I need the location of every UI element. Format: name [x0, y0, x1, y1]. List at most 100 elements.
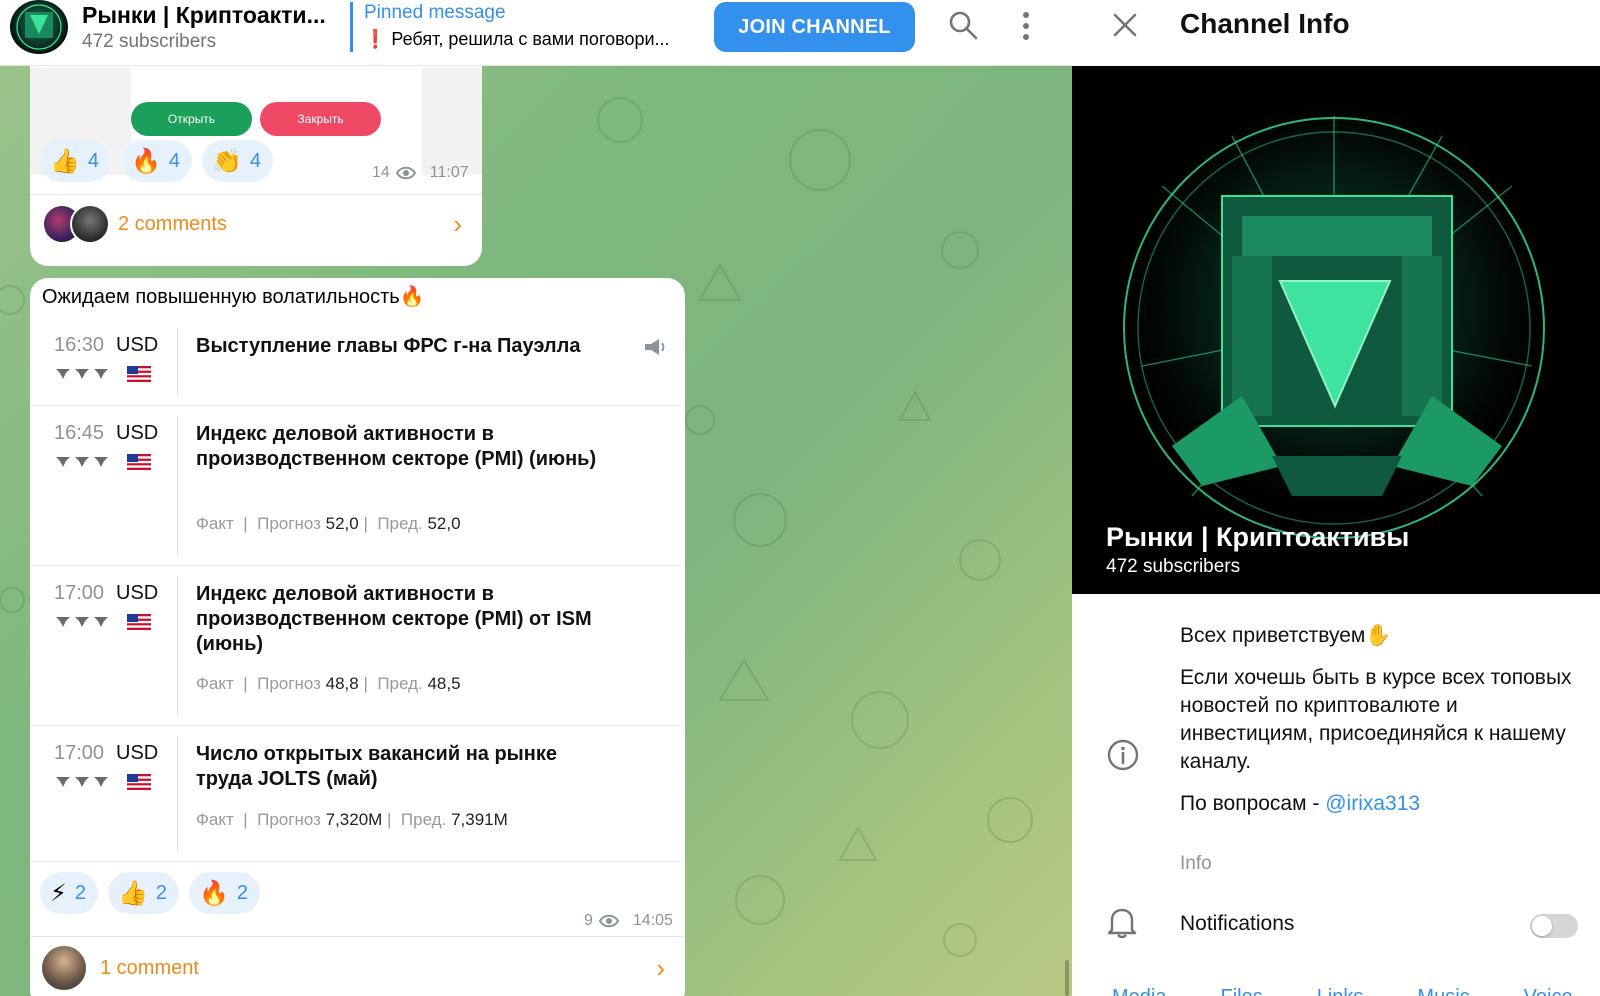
forecast-label: Прогноз: [257, 514, 321, 533]
previous-label: Пред.: [400, 810, 447, 829]
event-stats: Факт | Прогноз 52,0 | Пред. 52,0: [196, 514, 461, 533]
forecast-value: 7,320M: [325, 810, 383, 829]
close-icon[interactable]: [1112, 12, 1138, 38]
channel-logo-icon: [16, 4, 62, 50]
event-title: Индекс деловой активности в производстве…: [196, 423, 597, 470]
previous-label: Пред.: [377, 514, 423, 533]
calendar-event[interactable]: 16:30 USD Выступление главы ФРС г-на Пау…: [30, 318, 685, 406]
reaction-count: 4: [168, 149, 181, 172]
reaction-fire[interactable]: 🔥 2: [189, 872, 261, 914]
event-currency: USD: [116, 334, 159, 356]
calendar-event[interactable]: 17:00 USD Число открытых вакансий на рын…: [30, 726, 685, 862]
reaction-lightning[interactable]: ⚡ 2: [40, 872, 98, 914]
post-meta: 14 11:07: [372, 164, 469, 182]
tab-media[interactable]: Media: [1112, 986, 1166, 996]
close-button[interactable]: Закрыть: [260, 102, 381, 136]
forecast-label: Прогноз: [257, 810, 321, 829]
notifications-label: Notifications: [1180, 912, 1295, 935]
commenter-avatars: [42, 204, 110, 244]
tab-files[interactable]: Files: [1220, 986, 1262, 996]
comments-button[interactable]: 2 comments ›: [30, 194, 482, 254]
reaction-count: 4: [249, 149, 262, 172]
scrollbar[interactable]: [1065, 960, 1069, 996]
post-time: 11:07: [429, 164, 469, 181]
chat-panel: Открыть Закрыть 👍 4 🔥 4 👏 4 14 11:07 2 comm…: [0, 0, 1072, 996]
channel-info-panel: Channel Info Рынки | Криптоактивы 472 su…: [1072, 0, 1600, 996]
event-time: 17:00: [54, 742, 105, 764]
info-icon: [1107, 739, 1139, 771]
clap-icon: 👏: [212, 147, 242, 175]
channel-cover-art: [1072, 66, 1600, 594]
shared-media-tabs: Media Files Links Music Voice: [1112, 986, 1573, 996]
reaction-clap[interactable]: 👏 4: [202, 140, 274, 182]
calendar-event[interactable]: 16:45 USD Индекс деловой активности в пр…: [30, 406, 685, 566]
join-channel-button[interactable]: JOIN CHANNEL: [714, 2, 915, 52]
channel-name: Рынки | Криптоактивы: [1106, 522, 1410, 552]
commenter-avatars: [42, 946, 86, 990]
reaction-thumbs-up[interactable]: 👍 4: [40, 140, 112, 182]
previous-label: Пред.: [377, 674, 423, 693]
avatar: [70, 204, 110, 244]
post-text: Ожидаем повышенную волатильность🔥: [42, 286, 425, 308]
view-count: 14: [372, 164, 390, 181]
speaker-icon: [645, 339, 665, 355]
chevron-right-icon: ›: [453, 208, 462, 239]
reactions-bar: ⚡ 2 👍 2 🔥 2: [40, 872, 261, 914]
eye-icon: [598, 914, 619, 928]
us-flag-icon: [127, 366, 151, 382]
forecast-value: 52,0: [325, 514, 359, 533]
event-title: Число открытых вакансий на рынке труда J…: [196, 743, 557, 790]
forecast-value: 48,8: [325, 674, 359, 693]
row-separator: [177, 736, 178, 852]
calendar-event[interactable]: 17:00 USD Индекс деловой активности в пр…: [30, 566, 685, 726]
us-flag-icon: [127, 774, 151, 790]
event-title: Выступление главы ФРС г-на Пауэлла: [196, 335, 581, 357]
importance-bulls-icon: [56, 369, 108, 379]
pinned-message[interactable]: Pinned message ❗ Ребят, решила с вами по…: [350, 2, 695, 52]
tab-links[interactable]: Links: [1317, 986, 1364, 996]
comments-button[interactable]: 1 comment ›: [30, 938, 685, 996]
info-title: Channel Info: [1180, 8, 1350, 39]
reaction-fire[interactable]: 🔥 4: [121, 140, 193, 182]
us-flag-icon: [127, 614, 151, 630]
subscriber-count: 472 subscribers: [82, 31, 217, 52]
channel-avatar[interactable]: [10, 0, 68, 54]
comments-count: 2 comments: [118, 212, 227, 235]
row-separator: [177, 576, 178, 716]
us-flag-icon: [127, 454, 151, 470]
fact-label: Факт: [196, 810, 234, 829]
contact-link[interactable]: @irixa313: [1325, 792, 1420, 815]
channel-title-block[interactable]: Рынки | Криптоакти... 472 subscribers: [82, 2, 342, 53]
reaction-thumbs-up[interactable]: 👍 2: [107, 872, 179, 914]
info-label: Info: [1180, 853, 1212, 874]
fact-label: Факт: [196, 674, 234, 693]
eye-icon: [395, 166, 416, 180]
chevron-right-icon: ›: [656, 952, 665, 983]
event-currency: USD: [116, 422, 159, 444]
event-time: 16:45: [54, 422, 105, 444]
open-button[interactable]: Открыть: [131, 102, 252, 136]
importance-bulls-icon: [56, 777, 108, 787]
more-vert-icon[interactable]: [1016, 10, 1036, 42]
fire-icon: 🔥: [131, 147, 161, 175]
tab-music[interactable]: Music: [1417, 986, 1469, 996]
previous-value: 52,0: [427, 514, 461, 533]
chat-header: Рынки | Криптоакти... 472 subscribers Pi…: [0, 0, 1072, 66]
subscriber-count: 472 subscribers: [1106, 556, 1241, 577]
previous-value: 48,5: [427, 674, 461, 693]
search-icon[interactable]: [948, 10, 978, 40]
channel-description: Всех приветствуем✋ Если хочешь быть в ку…: [1180, 622, 1580, 832]
notifications-toggle[interactable]: [1530, 914, 1578, 938]
importance-bulls-icon: [56, 457, 108, 467]
thumbs-up-icon: 👍: [117, 879, 148, 907]
description-body: Если хочешь быть в курсе всех топовых но…: [1180, 666, 1572, 773]
event-time: 16:30: [54, 334, 105, 356]
bell-icon: [1107, 908, 1137, 939]
tab-voice[interactable]: Voice: [1524, 986, 1573, 996]
channel-title: Рынки | Криптоакти...: [82, 2, 326, 28]
channel-cover-image[interactable]: Рынки | Криптоактивы 472 subscribers: [1072, 66, 1600, 594]
row-separator: [177, 416, 178, 556]
reaction-count: 4: [87, 149, 100, 172]
channel-post: Ожидаем повышенную волатильность🔥 16:30 …: [30, 278, 685, 996]
lightning-icon: ⚡: [50, 879, 67, 907]
